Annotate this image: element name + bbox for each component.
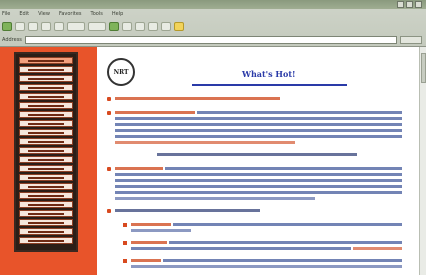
- list-bullet: [107, 167, 111, 171]
- back-arrow-icon[interactable]: [2, 21, 12, 31]
- nav-button[interactable]: [19, 129, 73, 136]
- go-button[interactable]: [400, 36, 422, 44]
- history-icon[interactable]: [122, 21, 132, 31]
- nav-button[interactable]: [19, 138, 73, 145]
- paragraph-line: [169, 241, 402, 244]
- list-item-link[interactable]: [353, 247, 402, 250]
- menu-tools[interactable]: Tools: [91, 10, 103, 18]
- nav-button[interactable]: [19, 57, 73, 64]
- nav-button[interactable]: [19, 111, 73, 118]
- paragraph-line: [115, 173, 402, 176]
- scroll-thumb[interactable]: [421, 53, 426, 83]
- title-divider: [192, 84, 347, 86]
- list-bullet: [107, 111, 111, 115]
- nav-button[interactable]: [19, 201, 73, 208]
- site-logo: NRT: [107, 58, 135, 86]
- paragraph-line: [197, 111, 402, 114]
- page-title: What's Hot!: [242, 69, 296, 79]
- menu-file[interactable]: File: [2, 10, 10, 18]
- sub-bullet: [123, 241, 127, 245]
- nav-button[interactable]: [19, 228, 73, 235]
- close-button[interactable]: [415, 1, 422, 8]
- paragraph-line: [115, 191, 402, 194]
- search-icon[interactable]: [67, 21, 85, 31]
- menu-edit[interactable]: Edit: [19, 10, 29, 18]
- nav-button[interactable]: [19, 219, 73, 226]
- nav-button[interactable]: [19, 84, 73, 91]
- list-item-link[interactable]: [115, 111, 195, 114]
- paragraph-line: [131, 265, 402, 268]
- menu-favorites[interactable]: Favorites: [59, 10, 82, 18]
- refresh-icon[interactable]: [41, 21, 51, 31]
- list-item-link[interactable]: [131, 241, 167, 244]
- menu-help[interactable]: Help: [112, 10, 123, 18]
- browser-chrome: File Edit View Favorites Tools Help Addr…: [0, 0, 426, 47]
- favorites-icon[interactable]: [88, 21, 106, 31]
- paragraph-line: [131, 229, 191, 232]
- notice-line: [157, 153, 357, 156]
- sub-bullet: [123, 223, 127, 227]
- paragraph-line: [163, 259, 402, 262]
- list-bullet: [107, 209, 111, 213]
- window-controls: [397, 1, 422, 8]
- paragraph-line: [115, 117, 402, 120]
- folder-icon[interactable]: [174, 21, 184, 31]
- list-item-link[interactable]: [115, 141, 295, 144]
- nav-button[interactable]: [19, 165, 73, 172]
- address-input[interactable]: [24, 36, 397, 44]
- paragraph-line: [115, 179, 402, 182]
- list-item-link[interactable]: [131, 259, 161, 262]
- nav-button[interactable]: [19, 156, 73, 163]
- maximize-button[interactable]: [406, 1, 413, 8]
- address-bar: Address: [2, 35, 422, 45]
- nav-button[interactable]: [19, 102, 73, 109]
- nav-button[interactable]: [19, 147, 73, 154]
- menu-bar: File Edit View Favorites Tools Help: [2, 10, 123, 18]
- section-heading: [115, 209, 260, 212]
- address-label: Address: [2, 37, 22, 43]
- list-item-link[interactable]: [131, 223, 171, 226]
- paragraph-line: [165, 167, 402, 170]
- vertical-scrollbar[interactable]: [419, 47, 426, 275]
- sub-bullet: [123, 259, 127, 263]
- print-icon[interactable]: [148, 21, 158, 31]
- logo-text: NRT: [113, 68, 129, 76]
- toolbar: [2, 20, 422, 32]
- paragraph-line: [115, 135, 402, 138]
- nav-button[interactable]: [19, 75, 73, 82]
- nav-button[interactable]: [19, 120, 73, 127]
- list-bullet: [107, 97, 111, 101]
- list-item-link[interactable]: [115, 167, 163, 170]
- menu-view[interactable]: View: [38, 10, 50, 18]
- paragraph-line: [131, 247, 351, 250]
- nav-button[interactable]: [19, 174, 73, 181]
- paragraph-line: [115, 129, 402, 132]
- paragraph-line: [173, 223, 402, 226]
- stop-icon[interactable]: [28, 21, 38, 31]
- list-item-link[interactable]: [115, 97, 280, 100]
- window-titlebar: [0, 0, 426, 9]
- paragraph-line: [115, 185, 402, 188]
- paragraph-line: [115, 197, 315, 200]
- nav-button[interactable]: [19, 66, 73, 73]
- home-icon[interactable]: [54, 21, 64, 31]
- nav-button[interactable]: [19, 192, 73, 199]
- nav-button[interactable]: [19, 210, 73, 217]
- main-content: NRT What's Hot!: [97, 47, 419, 275]
- nav-button[interactable]: [19, 237, 73, 244]
- media-icon[interactable]: [109, 21, 119, 31]
- forward-arrow-icon[interactable]: [15, 21, 25, 31]
- paragraph-line: [115, 123, 402, 126]
- nav-panel: [14, 52, 78, 252]
- edit-icon[interactable]: [161, 21, 171, 31]
- minimize-button[interactable]: [397, 1, 404, 8]
- nav-button[interactable]: [19, 183, 73, 190]
- mail-icon[interactable]: [135, 21, 145, 31]
- nav-button[interactable]: [19, 93, 73, 100]
